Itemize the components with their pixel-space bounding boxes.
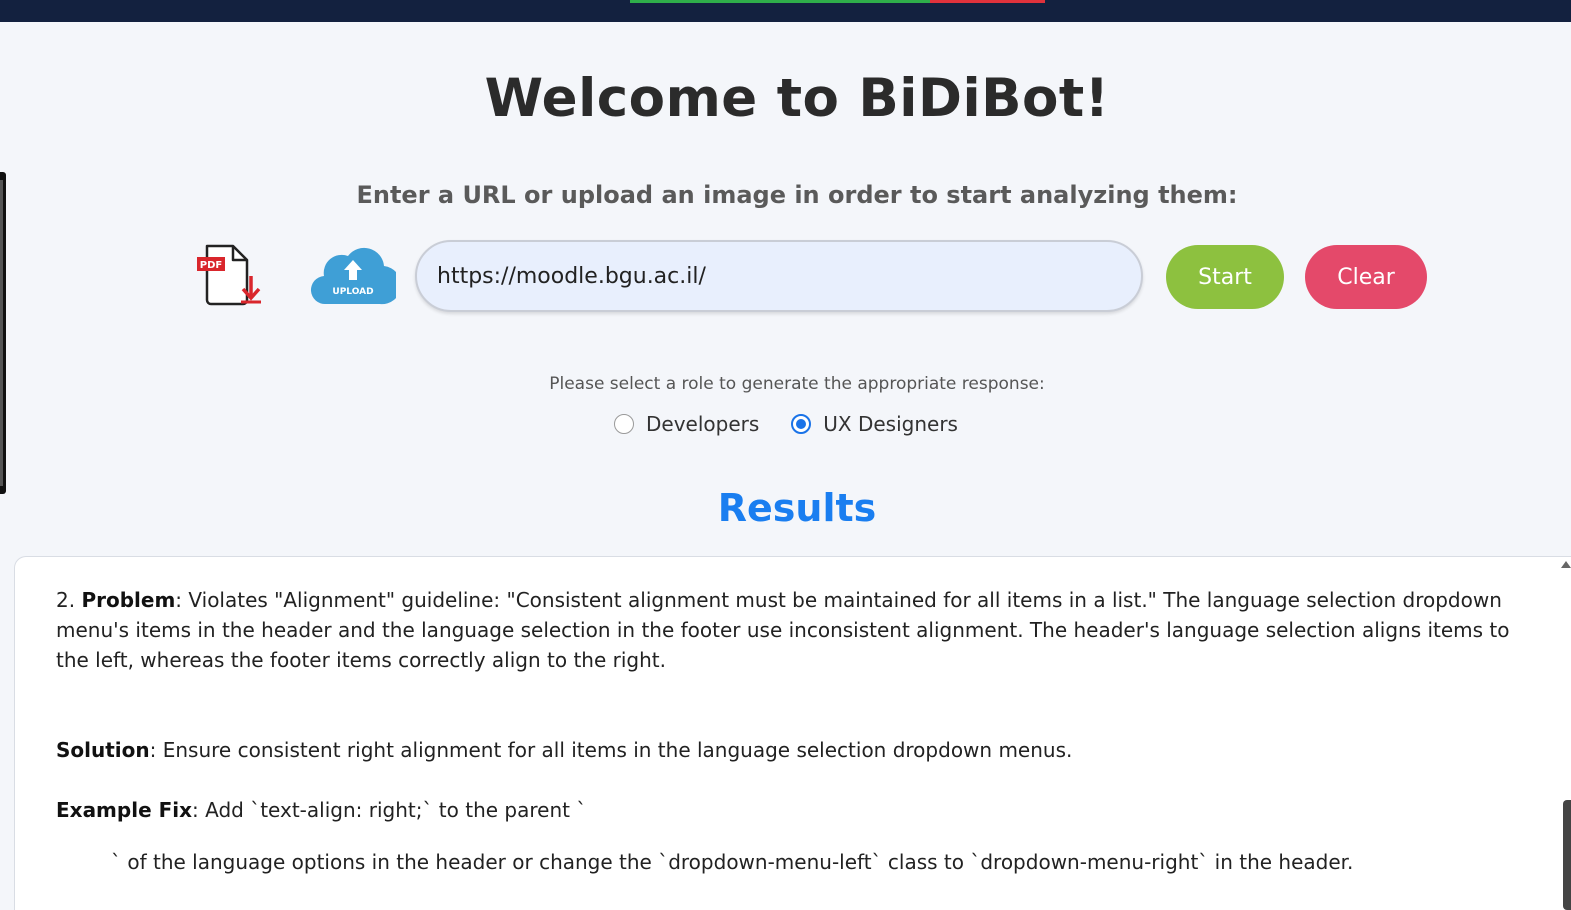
role-selector: Developers UX Designers: [614, 412, 990, 436]
scrollbar-thumb[interactable]: [1563, 800, 1571, 910]
upload-label: UPLOAD: [332, 287, 373, 297]
example-fix-label: Example Fix: [56, 798, 193, 822]
problem-paragraph: 2. Problem: Violates "Alignment" guideli…: [56, 585, 1536, 675]
solution-paragraph: Solution: Ensure consistent right alignm…: [56, 735, 1536, 765]
page-subtitle: Enter a URL or upload an image in order …: [356, 181, 1238, 209]
start-button[interactable]: Start: [1166, 245, 1284, 309]
left-window-edge: [0, 172, 6, 494]
problem-label: Problem: [81, 588, 176, 612]
scroll-up-arrow[interactable]: [1561, 561, 1571, 568]
clear-button[interactable]: Clear: [1305, 245, 1427, 309]
results-panel[interactable]: 2. Problem: Violates "Alignment" guideli…: [14, 556, 1571, 910]
role-option-developers[interactable]: Developers: [614, 412, 759, 436]
url-input[interactable]: [415, 240, 1143, 312]
top-bar-accent-green: [630, 0, 930, 3]
solution-label: Solution: [56, 738, 150, 762]
results-heading: Results: [717, 486, 877, 530]
top-bar-accent-red: [930, 0, 1045, 3]
role-option-ux-designers[interactable]: UX Designers: [791, 412, 958, 436]
example-fix-text: : Add `text-align: right;` to the parent…: [192, 798, 587, 822]
solution-text: : Ensure consistent right alignment for …: [149, 738, 1073, 762]
role-label-ux-designers: UX Designers: [823, 412, 958, 436]
top-bar: [0, 0, 1571, 22]
role-label-developers: Developers: [646, 412, 760, 436]
cloud-upload-icon: UPLOAD: [310, 247, 402, 305]
upload-button[interactable]: UPLOAD: [310, 240, 402, 308]
results-content: 2. Problem: Violates "Alignment" guideli…: [56, 585, 1536, 877]
page-title: Welcome to BiDiBot!: [484, 68, 1110, 129]
role-prompt: Please select a role to generate the app…: [549, 374, 1045, 394]
problem-number: 2.: [56, 588, 76, 612]
radio-developers[interactable]: [614, 414, 634, 434]
example-fix-paragraph: Example Fix: Add `text-align: right;` to…: [56, 795, 1536, 825]
example-fix-continuation: ` of the language options in the header …: [111, 850, 1354, 874]
pdf-download-icon: PDF: [197, 244, 261, 306]
pdf-badge-text: PDF: [200, 260, 222, 271]
radio-ux-designers[interactable]: [791, 414, 812, 434]
pdf-download-button[interactable]: PDF: [193, 240, 263, 310]
problem-text: : Violates "Alignment" guideline: "Consi…: [56, 588, 1510, 672]
